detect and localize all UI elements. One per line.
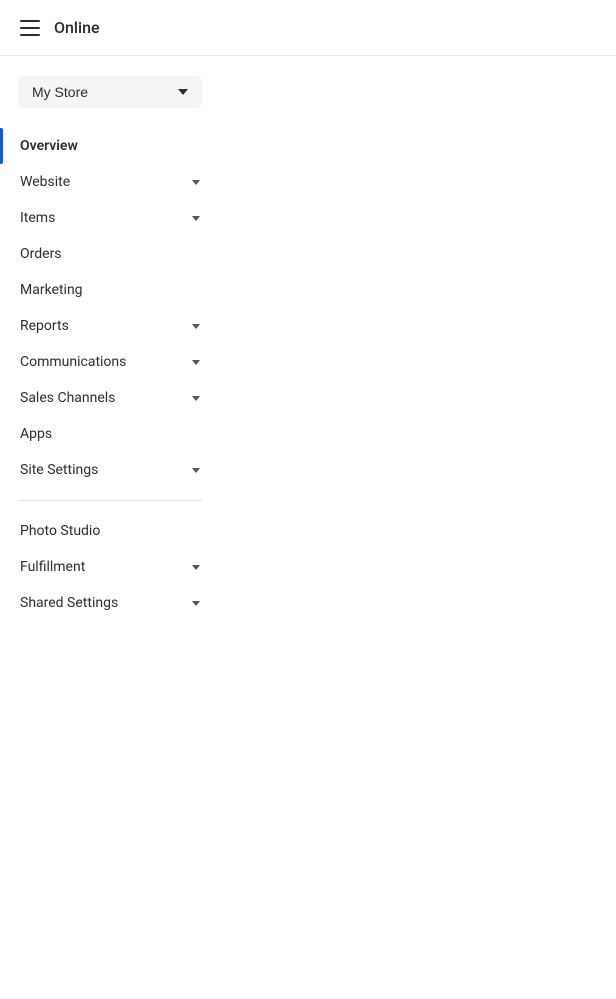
sidebar-item-label-fulfillment: Fulfillment [20,559,184,575]
sidebar-item-site-settings[interactable]: Site Settings [0,452,220,488]
chevron-down-icon [192,324,200,329]
store-selector-chevron-icon [178,89,188,95]
secondary-nav: Photo Studio Fulfillment Shared Settings [0,513,220,621]
chevron-down-icon [192,180,200,185]
chevron-down-icon [192,601,200,606]
sidebar-item-label-reports: Reports [20,318,184,334]
sidebar-item-items[interactable]: Items [0,200,220,236]
chevron-down-icon [192,360,200,365]
sidebar-item-label-site-settings: Site Settings [20,462,184,478]
sidebar-item-communications[interactable]: Communications [0,344,220,380]
sidebar-item-fulfillment[interactable]: Fulfillment [0,549,220,585]
chevron-down-icon [192,565,200,570]
chevron-down-icon [192,216,200,221]
sidebar-item-overview[interactable]: Overview [0,128,220,164]
chevron-down-icon [192,396,200,401]
sidebar-item-label-sales-channels: Sales Channels [20,390,184,406]
sidebar-item-apps[interactable]: Apps [0,416,220,452]
sidebar-item-reports[interactable]: Reports [0,308,220,344]
sidebar-item-website[interactable]: Website [0,164,220,200]
sidebar-item-label-apps: Apps [20,426,200,442]
sidebar-item-label-overview: Overview [20,138,200,154]
hamburger-icon[interactable] [20,20,40,36]
sidebar-item-label-orders: Orders [20,246,200,262]
chevron-down-icon [192,468,200,473]
sidebar-item-label-marketing: Marketing [20,282,200,298]
sidebar-item-shared-settings[interactable]: Shared Settings [0,585,220,621]
primary-nav: Overview Website Items Orders Marketing Repor… [0,128,220,488]
sidebar-item-sales-channels[interactable]: Sales Channels [0,380,220,416]
sidebar-item-label-communications: Communications [20,354,184,370]
nav-divider [18,500,202,501]
sidebar-item-label-items: Items [20,210,184,226]
sidebar-item-label-website: Website [20,174,184,190]
sidebar: My Store Overview Website Items Orders Marke… [0,56,220,641]
sidebar-item-photo-studio[interactable]: Photo Studio [0,513,220,549]
sidebar-item-orders[interactable]: Orders [0,236,220,272]
sidebar-item-label-shared-settings: Shared Settings [20,595,184,611]
store-selector-label: My Store [32,84,88,100]
sidebar-item-label-photo-studio: Photo Studio [20,523,200,539]
store-selector[interactable]: My Store [18,76,202,108]
top-bar-title: Online [54,18,100,37]
top-bar: Online [0,0,616,56]
sidebar-item-marketing[interactable]: Marketing [0,272,220,308]
